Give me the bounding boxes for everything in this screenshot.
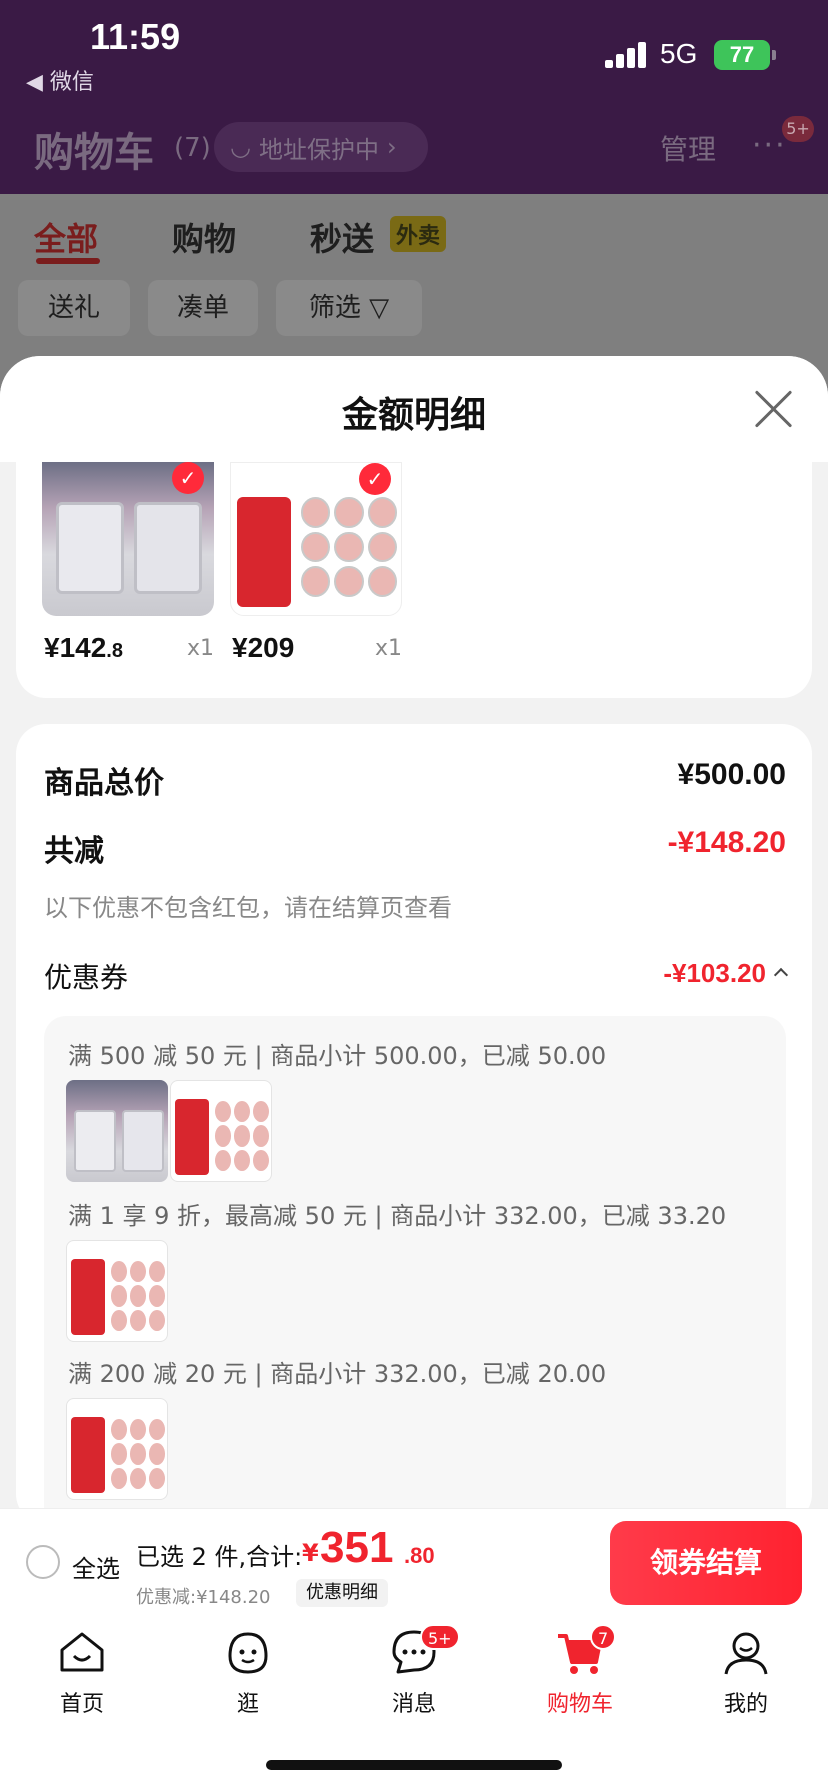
tab-label: 购物车: [546, 1692, 613, 1717]
tab-shopping[interactable]: 购物: [172, 214, 236, 260]
checkout-button[interactable]: 领券结算: [610, 1521, 802, 1605]
coupon-toggle[interactable]: -¥103.20: [663, 958, 789, 989]
cart-badge: 7: [590, 1624, 617, 1650]
tab-label: 消息: [391, 1692, 436, 1717]
home-indicator[interactable]: [266, 1760, 562, 1770]
filter-icon: ▽: [369, 293, 390, 323]
discount-amount: 优惠减:¥148.20: [136, 1587, 271, 1608]
chevron-right-icon: ›: [386, 133, 397, 161]
chip-filter-label: 筛选: [308, 293, 361, 323]
check-icon[interactable]: ✓: [359, 463, 391, 495]
more-badge: 5+: [782, 116, 814, 142]
tab-mine[interactable]: 我的: [686, 1626, 806, 1718]
smile-icon: ◡: [230, 133, 251, 161]
select-all-radio[interactable]: [26, 1545, 60, 1579]
close-icon[interactable]: [752, 388, 794, 430]
tab-all[interactable]: 全部: [34, 214, 98, 260]
chip-filter[interactable]: 筛选 ▽: [276, 280, 422, 336]
total-reduce-value: -¥148.20: [667, 826, 786, 859]
pet-food-thumb: [66, 1240, 168, 1342]
network-label: 5G: [660, 38, 698, 69]
coupon-label: 优惠券: [44, 961, 129, 994]
selected-products: ✓ ¥142.8 x1 ✓ ¥209 x1: [16, 462, 812, 698]
address-protect-pill[interactable]: ◡ 地址保护中 ›: [214, 122, 428, 172]
checkout-bar: 全选 已选 2 件,合计: ¥ 351 .80 优惠减:¥148.20 优惠明细…: [0, 1508, 828, 1612]
coupon-rule: 满 200 减 20 元 | 商品小计 332.00，已减 20.00: [68, 1360, 607, 1388]
total-reduce-label: 共减: [44, 834, 104, 869]
waimai-tag: 外卖: [390, 216, 447, 252]
battery-icon: 77: [714, 40, 770, 70]
manage-button[interactable]: 管理: [660, 128, 716, 168]
sheet-title: 金额明细: [341, 395, 486, 436]
tab-label: 我的: [723, 1692, 768, 1717]
check-icon[interactable]: ✓: [172, 462, 204, 494]
select-all-label[interactable]: 全选: [72, 1549, 120, 1584]
total-price-label: 商品总价: [44, 766, 164, 801]
tab-cart[interactable]: 7 购物车: [520, 1624, 640, 1718]
tab-messages[interactable]: 5+ 消息: [354, 1624, 474, 1718]
price-summary: 商品总价 ¥500.00 共减 -¥148.20 以下优惠不包含红包，请在结算页…: [16, 724, 812, 1508]
tab-home[interactable]: 首页: [22, 1626, 142, 1718]
signal-icon: [605, 42, 647, 68]
more-icon[interactable]: ···: [752, 128, 787, 163]
sheet-header: 金额明细: [0, 356, 828, 462]
message-badge: 5+: [420, 1624, 460, 1650]
total-currency: ¥: [302, 1539, 319, 1567]
discount-detail-button[interactable]: 优惠明细: [296, 1579, 388, 1607]
person-icon: [724, 1632, 768, 1675]
total-amount: 351: [320, 1523, 394, 1572]
cart-count: (7): [174, 133, 211, 163]
home-icon: [60, 1632, 104, 1672]
storage-trolley-image: ✓: [42, 462, 214, 616]
total-price-value: ¥500.00: [677, 758, 786, 791]
pet-food-thumb: [170, 1080, 272, 1182]
product-item[interactable]: ✓ ¥209 x1: [230, 462, 402, 663]
status-bar: 11:59 ◀ 微信 5G 77: [0, 0, 828, 100]
coupon-details: 满 500 减 50 元 | 商品小计 500.00，已减 50.00 满 1 …: [44, 1016, 786, 1508]
tab-browse[interactable]: 逛: [188, 1626, 308, 1718]
tab-label: 首页: [59, 1692, 104, 1717]
storage-trolley-thumb: [66, 1080, 168, 1182]
face-icon: [228, 1632, 268, 1674]
page-title: 购物车: [34, 130, 154, 176]
address-protect-label: 地址保护中: [258, 135, 379, 164]
coupon-value: -¥103.20: [663, 958, 766, 988]
total-amount-decimal: .80: [404, 1543, 435, 1568]
back-to-wechat[interactable]: ◀ 微信: [26, 64, 94, 96]
tab-instant[interactable]: 秒送: [310, 214, 374, 260]
header: 11:59 ◀ 微信 5G 77 购物车 (7) ◡ 地址保护中 › 管理 ··…: [0, 0, 828, 194]
tab-label: 逛: [236, 1692, 259, 1717]
pet-food-image: ✓: [230, 462, 402, 616]
product-qty: x1: [374, 636, 402, 661]
chip-gift[interactable]: 送礼: [18, 280, 130, 336]
tab-underline: [36, 258, 100, 264]
coupon-rule: 满 1 享 9 折，最高减 50 元 | 商品小计 332.00，已减 33.2…: [68, 1202, 727, 1230]
coupon-rule: 满 500 减 50 元 | 商品小计 500.00，已减 50.00: [68, 1042, 607, 1070]
battery-tip: [772, 50, 776, 60]
chevron-up-icon: [773, 967, 789, 983]
discount-note: 以下优惠不包含红包，请在结算页查看: [44, 894, 452, 922]
amount-detail-sheet: 金额明细 ✓ ¥142.8 x1 ✓ ¥209 x1 商品总价 ¥500.00 …: [0, 356, 828, 1508]
product-qty: x1: [186, 636, 214, 661]
selected-count: 已选 2 件,合计:: [136, 1543, 303, 1571]
product-item[interactable]: ✓ ¥142.8 x1: [42, 462, 214, 663]
product-price: ¥142.8: [44, 632, 123, 663]
pet-food-thumb: [66, 1398, 168, 1500]
status-time: 11:59: [90, 16, 181, 57]
chip-combine[interactable]: 凑单: [148, 280, 258, 336]
product-price: ¥209: [232, 632, 295, 663]
